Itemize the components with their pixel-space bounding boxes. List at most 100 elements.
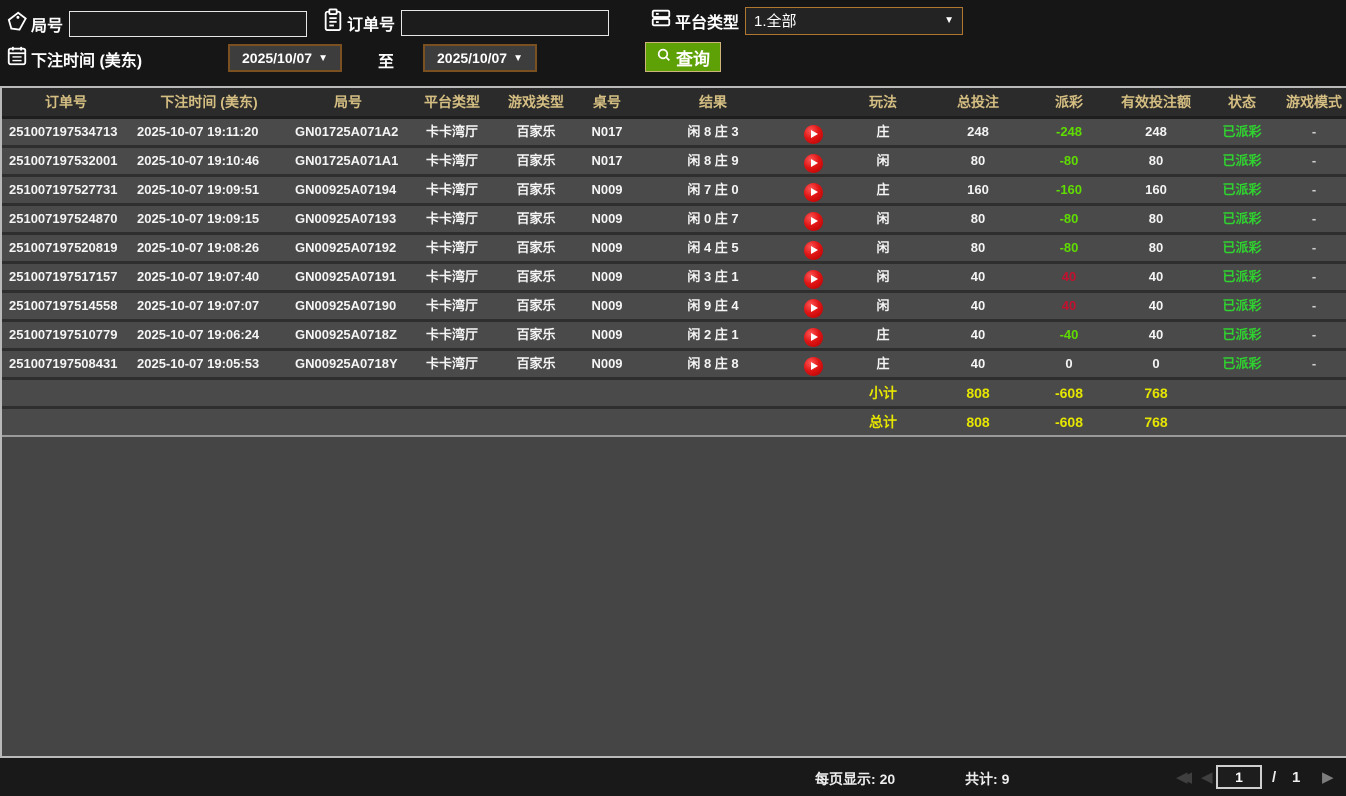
cell-empty	[130, 409, 288, 435]
platform-type-filter: 平台类型 1.全部 ▼	[650, 6, 963, 35]
cell-result: 闲 4 庄 5	[638, 235, 788, 261]
order-no-input[interactable]	[401, 10, 609, 36]
cell-empty	[496, 380, 576, 406]
cell-game_no: GN01725A071A1	[288, 148, 408, 174]
bet-time-filter: 下注时间 (美东)	[6, 44, 142, 73]
date-from-value: 2025/10/07	[242, 50, 312, 66]
column-header-game_type: 游戏类型	[496, 88, 576, 116]
table-row[interactable]: 2510071975084312025-10-07 19:05:53GN0092…	[2, 351, 1346, 380]
play-video-icon[interactable]	[804, 183, 823, 202]
cell-play_icon	[788, 235, 838, 261]
cell-empty	[1202, 380, 1282, 406]
cell-game_no: GN01725A071A2	[288, 119, 408, 145]
column-header-mode: 游戏模式	[1282, 88, 1346, 116]
table-row[interactable]: 2510071975171572025-10-07 19:07:40GN0092…	[2, 264, 1346, 293]
table-row[interactable]: 2510071975277312025-10-07 19:09:51GN0092…	[2, 177, 1346, 206]
cell-payout: -80	[1028, 206, 1110, 232]
column-header-payout: 派彩	[1028, 88, 1110, 116]
cell-platform: 卡卡湾厅	[408, 235, 496, 261]
play-video-icon[interactable]	[804, 241, 823, 260]
cell-empty	[408, 380, 496, 406]
platform-type-value: 1.全部	[754, 10, 797, 31]
cell-bet_time: 2025-10-07 19:05:53	[130, 351, 288, 377]
cell-bet_time: 2025-10-07 19:09:51	[130, 177, 288, 203]
table-row[interactable]: 2510071975145582025-10-07 19:07:07GN0092…	[2, 293, 1346, 322]
cell-play_method: 闲	[838, 148, 928, 174]
cell-game_type: 百家乐	[496, 148, 576, 174]
cell-payout: -160	[1028, 177, 1110, 203]
cell-result: 闲 9 庄 4	[638, 293, 788, 319]
cell-empty	[638, 380, 788, 406]
cell-play_icon	[788, 148, 838, 174]
play-video-icon[interactable]	[804, 328, 823, 347]
column-header-order_no: 订单号	[2, 88, 130, 116]
calendar-icon	[6, 44, 28, 73]
platform-type-select[interactable]: 1.全部 ▼	[745, 7, 963, 35]
cell-valid_bet: 40	[1110, 322, 1202, 348]
cell-platform: 卡卡湾厅	[408, 351, 496, 377]
order-no-label: 订单号	[347, 11, 395, 35]
date-from-select[interactable]: 2025/10/07 ▼	[228, 44, 342, 72]
table-row[interactable]: 2510071975347132025-10-07 19:11:20GN0172…	[2, 119, 1346, 148]
column-header-game_no: 局号	[288, 88, 408, 116]
cell-mode: -	[1282, 177, 1346, 203]
total-pages: 1	[1292, 769, 1300, 786]
first-page-icon[interactable]: ◀◀	[1176, 768, 1192, 786]
cell-play_icon	[788, 177, 838, 203]
cell-mode: -	[1282, 264, 1346, 290]
table-row[interactable]: 2510071975208192025-10-07 19:08:26GN0092…	[2, 235, 1346, 264]
cell-game_type: 百家乐	[496, 322, 576, 348]
prev-page-icon[interactable]: ◀	[1201, 768, 1213, 786]
cell-result: 闲 8 庄 3	[638, 119, 788, 145]
cell-total_bet: 80	[928, 206, 1028, 232]
cell-result: 闲 0 庄 7	[638, 206, 788, 232]
cell-table_no: N009	[576, 206, 638, 232]
cell-total_bet: 40	[928, 351, 1028, 377]
cell-order_no: 251007197527731	[2, 177, 130, 203]
play-video-icon[interactable]	[804, 154, 823, 173]
play-video-icon[interactable]	[804, 299, 823, 318]
cell-valid_bet: 80	[1110, 235, 1202, 261]
game-no-input[interactable]	[69, 11, 307, 37]
query-button[interactable]: 查询	[645, 42, 721, 72]
cell-game_type: 百家乐	[496, 235, 576, 261]
cell-order_no: 251007197508431	[2, 351, 130, 377]
per-page-text: 每页显示: 20	[815, 769, 895, 789]
play-video-icon[interactable]	[804, 125, 823, 144]
cell-valid_bet: 80	[1110, 206, 1202, 232]
cell-result: 闲 3 庄 1	[638, 264, 788, 290]
cell-status: 已派彩	[1202, 119, 1282, 145]
date-to-select[interactable]: 2025/10/07 ▼	[423, 44, 537, 72]
cell-mode: -	[1282, 293, 1346, 319]
table-row[interactable]: 2510071975107792025-10-07 19:06:24GN0092…	[2, 322, 1346, 351]
cell-play_method: 庄	[838, 119, 928, 145]
play-video-icon[interactable]	[804, 270, 823, 289]
cell-result: 闲 8 庄 8	[638, 351, 788, 377]
total-count-text: 共计: 9	[965, 769, 1009, 789]
table-row[interactable]: 2510071975320012025-10-07 19:10:46GN0172…	[2, 148, 1346, 177]
cell-empty	[2, 380, 130, 406]
cell-empty	[576, 380, 638, 406]
cell-platform: 卡卡湾厅	[408, 148, 496, 174]
page-number-input[interactable]	[1216, 765, 1262, 789]
clipboard-icon	[322, 8, 344, 37]
table-row[interactable]: 2510071975248702025-10-07 19:09:15GN0092…	[2, 206, 1346, 235]
cell-empty	[1282, 380, 1346, 406]
cell-game_type: 百家乐	[496, 119, 576, 145]
cell-payout: 40	[1028, 293, 1110, 319]
cell-game_type: 百家乐	[496, 351, 576, 377]
subtotal-row: 小计808-608768	[2, 380, 1346, 409]
cell-empty	[638, 409, 788, 435]
cell-bet_time: 2025-10-07 19:08:26	[130, 235, 288, 261]
subtotal-row-total-bet: 808	[928, 380, 1028, 406]
play-video-icon[interactable]	[804, 212, 823, 231]
cell-bet_time: 2025-10-07 19:07:40	[130, 264, 288, 290]
cell-bet_time: 2025-10-07 19:09:15	[130, 206, 288, 232]
pagination-bar: 每页显示: 20 共计: 9 ◀◀ ◀ / 1 ▶	[0, 758, 1346, 796]
cell-game_no: GN00925A07191	[288, 264, 408, 290]
cell-play_method: 庄	[838, 322, 928, 348]
cell-table_no: N009	[576, 235, 638, 261]
cell-status: 已派彩	[1202, 235, 1282, 261]
play-video-icon[interactable]	[804, 357, 823, 376]
next-page-icon[interactable]: ▶	[1322, 768, 1334, 786]
